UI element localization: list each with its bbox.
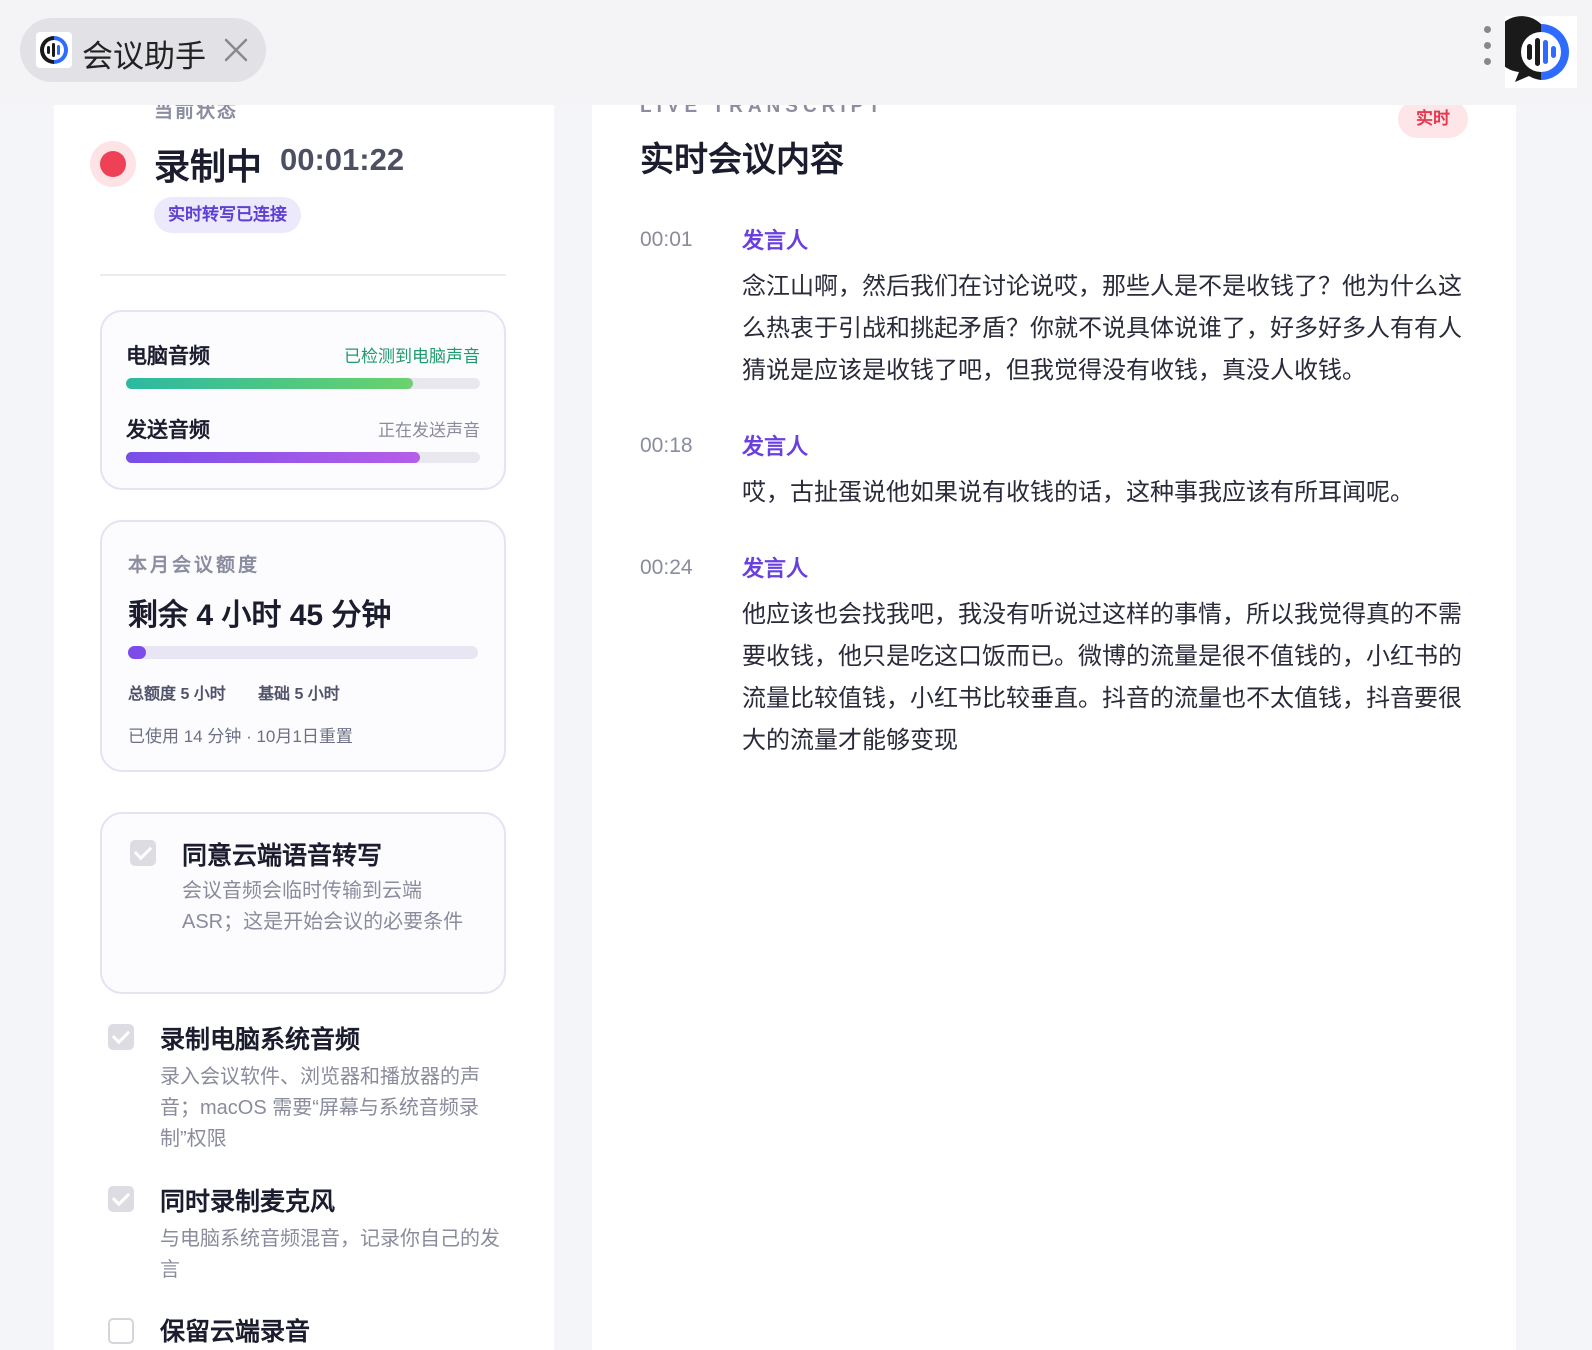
entry-text: 哎，古扯蛋说他如果说有收钱的话，这种事我应该有所耳闻呢。 — [742, 479, 1414, 506]
quota-progress — [128, 646, 478, 659]
system-audio-checkbox[interactable] — [108, 1024, 134, 1050]
quota-usage-note: 已使用 14 分钟 · 10月1日重置 — [128, 727, 353, 746]
app-tab[interactable]: 会议助手 — [20, 18, 266, 82]
send-audio-label: 发送音频 — [126, 419, 210, 442]
transcript-list[interactable]: 00:01 发言人 念江山啊，然后我们在讨论说哎，那些人是不是收钱了？他为什么这… — [640, 222, 1470, 798]
quota-base: 基础 5 小时 — [258, 686, 340, 703]
recording-indicator — [90, 141, 136, 187]
connection-badge: 实时转写已连接 — [154, 197, 301, 233]
computer-audio-label: 电脑音频 — [126, 345, 210, 368]
send-audio-meter-fill — [126, 452, 420, 463]
cloud-recording-checkbox[interactable] — [108, 1318, 134, 1344]
computer-audio-meter — [126, 378, 480, 389]
computer-audio-status: 已检测到电脑声音 — [344, 347, 480, 366]
app-logo-icon — [36, 32, 72, 68]
entry-text: 他应该也会找我吧，我没有听说过这样的事情，所以我觉得真的不需要收钱，他只是吃这口… — [742, 601, 1462, 754]
more-menu-icon[interactable] — [1480, 26, 1494, 72]
system-audio-option-desc: 录入会议软件、浏览器和播放器的声音；macOS 需要“屏幕与系统音频录制”权限 — [160, 1066, 480, 1150]
entry-speaker: 发言人 — [742, 434, 809, 459]
quota-label: 本月会议额度 — [128, 555, 261, 576]
recording-timer: 00:01:22 — [280, 142, 405, 177]
entry-timestamp: 00:01 — [640, 228, 693, 251]
tab-title: 会议助手 — [82, 39, 206, 74]
close-icon[interactable] — [220, 34, 252, 66]
status-label: 当前状态 — [154, 104, 239, 122]
entry-speaker: 发言人 — [742, 228, 809, 253]
transcript-entry: 00:24 发言人 他应该也会找我吧，我没有听说过这样的事情，所以我觉得真的不需… — [640, 550, 1470, 762]
entry-timestamp: 00:18 — [640, 434, 693, 457]
quota-progress-fill — [128, 646, 146, 659]
control-panel: 当前状态 录制中 00:01:22 实时转写已连接 电脑音频 已检测到电脑声音 … — [54, 104, 554, 1350]
realtime-badge: 实时 — [1398, 104, 1468, 138]
quota-card: 本月会议额度 剩余 4 小时 45 分钟 总额度 5 小时 基础 5 小时 已使… — [100, 520, 506, 772]
audio-level-card: 电脑音频 已检测到电脑声音 发送音频 正在发送声音 — [100, 310, 506, 490]
transcript-entry: 00:18 发言人 哎，古扯蛋说他如果说有收钱的话，这种事我应该有所耳闻呢。 — [640, 428, 1470, 514]
divider — [100, 274, 506, 276]
recording-status: 录制中 — [154, 146, 263, 187]
entry-timestamp: 00:24 — [640, 556, 693, 579]
computer-audio-meter-fill — [126, 378, 413, 389]
transcript-label: LIVE TRANSCRIPT — [640, 104, 885, 117]
cloud-recording-option-title: 保留云端录音 — [160, 1318, 311, 1346]
microphone-option-title: 同时录制麦克风 — [160, 1188, 336, 1216]
record-dot-icon — [100, 151, 126, 177]
send-audio-meter — [126, 452, 480, 463]
consent-option-title: 同意云端语音转写 — [182, 842, 383, 870]
quota-remaining: 剩余 4 小时 45 分钟 — [128, 599, 392, 632]
transcript-title: 实时会议内容 — [640, 141, 844, 179]
send-audio-status: 正在发送声音 — [378, 421, 480, 440]
app-logo-icon[interactable] — [1505, 16, 1577, 88]
transcript-panel: LIVE TRANSCRIPT 实时会议内容 实时 00:01 发言人 念江山啊… — [592, 104, 1516, 1350]
entry-text: 念江山啊，然后我们在讨论说哎，那些人是不是收钱了？他为什么这么热衷于引战和挑起矛… — [742, 273, 1462, 384]
system-audio-option-title: 录制电脑系统音频 — [160, 1026, 361, 1054]
consent-checkbox[interactable] — [130, 840, 156, 866]
consent-option-desc: 会议音频会临时传输到云端ASR；这是开始会议的必要条件 — [182, 880, 464, 933]
entry-speaker: 发言人 — [742, 556, 809, 581]
microphone-option-desc: 与电脑系统音频混音，记录你自己的发言 — [160, 1228, 500, 1281]
quota-total: 总额度 5 小时 — [128, 686, 226, 703]
consent-option-card: 同意云端语音转写 会议音频会临时传输到云端ASR；这是开始会议的必要条件 — [100, 812, 506, 994]
title-bar: 会议助手 — [0, 0, 1592, 105]
transcript-entry: 00:01 发言人 念江山啊，然后我们在讨论说哎，那些人是不是收钱了？他为什么这… — [640, 222, 1470, 392]
microphone-checkbox[interactable] — [108, 1186, 134, 1212]
